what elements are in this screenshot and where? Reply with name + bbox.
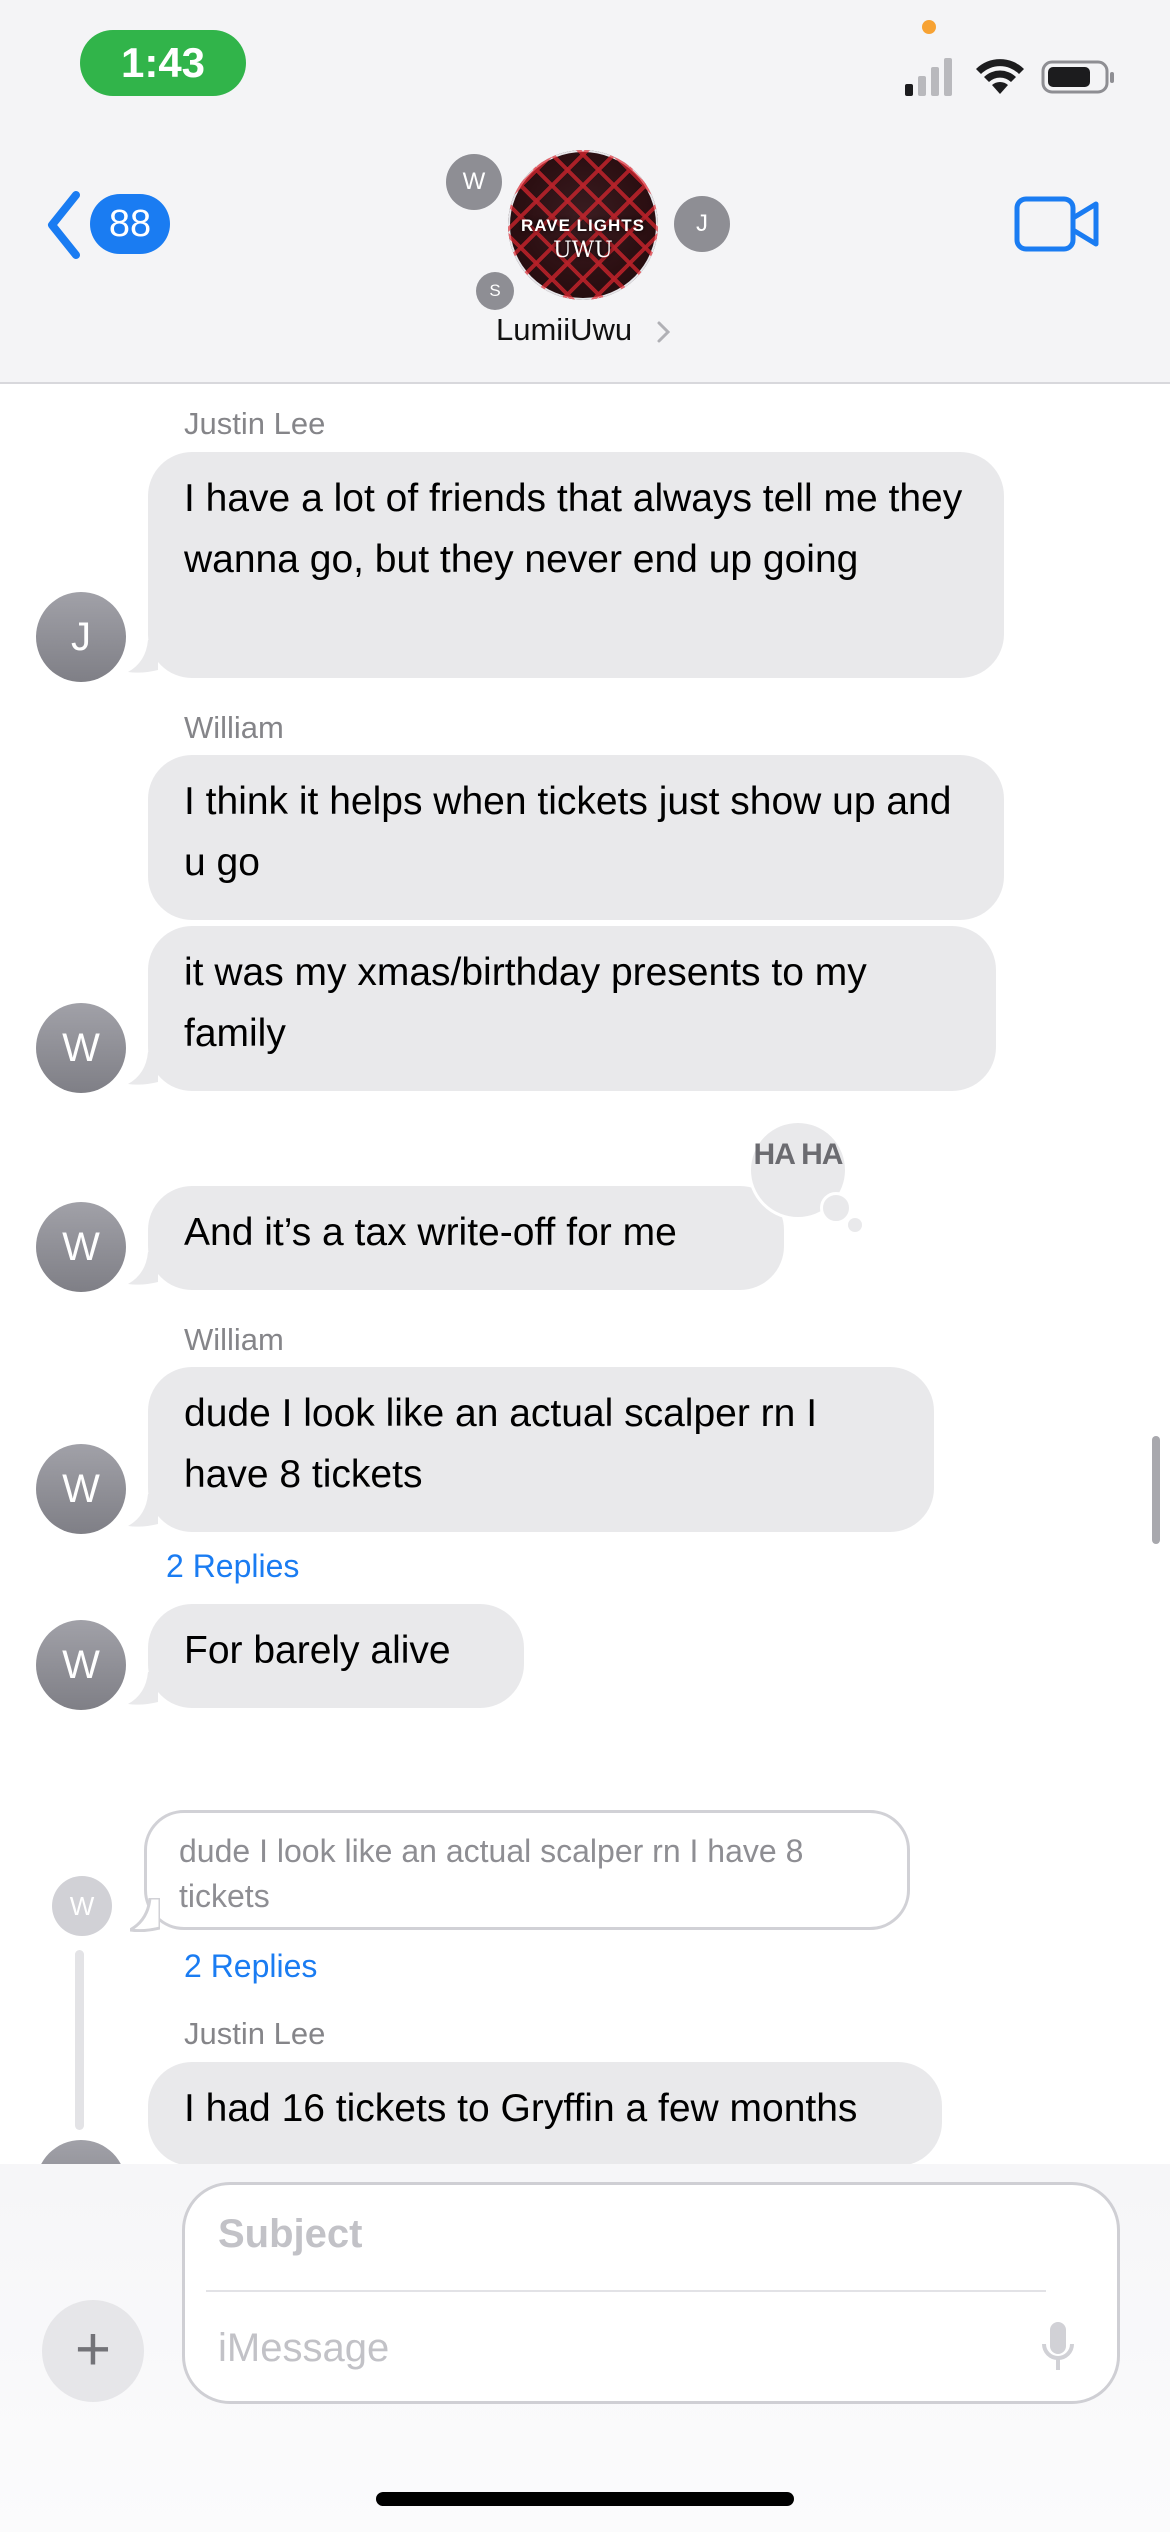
wifi-icon bbox=[976, 59, 1024, 94]
group-avatar-line1: RAVE LIGHTS bbox=[520, 216, 646, 235]
status-icons bbox=[905, 58, 1114, 96]
scroll-indicator[interactable] bbox=[1152, 1436, 1160, 1544]
avatar[interactable]: W bbox=[36, 1003, 126, 1093]
avatar[interactable]: W bbox=[36, 1620, 126, 1710]
thread-line bbox=[75, 1950, 84, 2130]
tapback-tail-dot bbox=[820, 1192, 852, 1224]
chevron-right-icon[interactable] bbox=[656, 320, 672, 344]
message-bubble[interactable]: dude I look like an actual scalper rn I … bbox=[148, 1367, 934, 1532]
bubble-tail bbox=[128, 1494, 158, 1527]
bubble-tail bbox=[128, 1052, 158, 1085]
quoted-bubble-tail bbox=[130, 1898, 160, 1932]
message-bubble[interactable]: I think it helps when tickets just show … bbox=[148, 755, 1004, 920]
avatar[interactable]: W bbox=[36, 1202, 126, 1292]
quoted-reply-bubble[interactable]: dude I look like an actual scalper rn I … bbox=[144, 1810, 910, 1930]
message-bubble[interactable]: For barely alive bbox=[148, 1604, 524, 1708]
unread-count-badge[interactable]: 88 bbox=[90, 194, 170, 254]
sender-name: Justin Lee bbox=[184, 2016, 326, 2051]
tapback-tail-dot-small bbox=[848, 1218, 862, 1232]
group-avatar-line2: UWU bbox=[553, 238, 613, 263]
message-bubble[interactable]: it was my xmas/birthday presents to my f… bbox=[148, 926, 996, 1091]
sender-name: Justin Lee bbox=[184, 406, 326, 441]
message-bubble[interactable]: I have a lot of friends that always tell… bbox=[148, 452, 1004, 678]
microphone-icon[interactable] bbox=[1040, 2320, 1076, 2374]
avatar[interactable]: J bbox=[36, 592, 126, 682]
bubble-tail bbox=[128, 640, 158, 673]
add-attachment-button[interactable]: + bbox=[42, 2300, 144, 2402]
subject-field[interactable]: Subject bbox=[218, 2212, 362, 2257]
privacy-indicator-dot bbox=[922, 20, 936, 34]
home-indicator[interactable] bbox=[376, 2492, 794, 2506]
avatar[interactable]: W bbox=[36, 1444, 126, 1534]
input-divider bbox=[206, 2290, 1046, 2292]
sender-name: William bbox=[184, 1322, 284, 1357]
bubble-tail bbox=[128, 1672, 158, 1705]
status-time: 1:43 bbox=[80, 30, 246, 96]
navigation-header: 1:43 88 W J S RAVE LIGHTS UWU LumiiUwu bbox=[0, 0, 1170, 384]
group-avatar[interactable]: RAVE LIGHTS UWU bbox=[508, 150, 658, 300]
message-bubble[interactable]: And it’s a tax write-off for me bbox=[148, 1186, 784, 1290]
replies-link[interactable]: 2 Replies bbox=[184, 1948, 317, 1985]
back-chevron-icon[interactable] bbox=[44, 190, 84, 260]
sender-name: William bbox=[184, 710, 284, 745]
quoted-avatar[interactable]: W bbox=[52, 1876, 112, 1936]
replies-link[interactable]: 2 Replies bbox=[166, 1548, 299, 1585]
message-bubble[interactable]: I had 16 tickets to Gryffin a few months bbox=[148, 2062, 942, 2166]
group-name[interactable]: LumiiUwu bbox=[496, 312, 632, 348]
cellular-signal-icon bbox=[905, 58, 952, 96]
bubble-tail bbox=[128, 1252, 158, 1285]
member-avatar-w: W bbox=[446, 154, 502, 210]
imessage-field[interactable]: iMessage bbox=[218, 2326, 389, 2371]
battery-icon bbox=[1041, 60, 1114, 94]
member-avatar-j: J bbox=[674, 196, 730, 252]
video-call-icon[interactable] bbox=[1014, 196, 1100, 252]
